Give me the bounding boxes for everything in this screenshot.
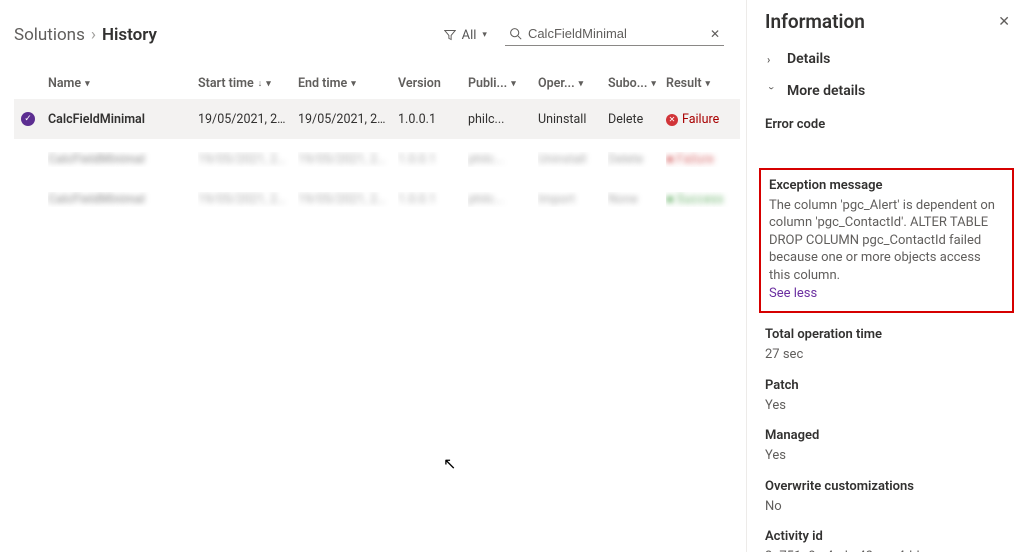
chevron-down-icon: ▾ xyxy=(651,79,656,89)
chevron-down-icon: ▾ xyxy=(482,30,487,40)
chevron-down-icon: ▾ xyxy=(579,79,584,89)
activity-id-label: Activity id xyxy=(765,529,1010,544)
filter-dropdown[interactable]: All ▾ xyxy=(440,26,491,45)
col-result[interactable]: Result▾ xyxy=(666,76,740,91)
cell-name: CalcFieldMinimal xyxy=(48,192,198,207)
cell-result: ■ Success xyxy=(666,192,740,207)
cell-suboperation: Delete xyxy=(608,152,666,167)
cell-operation: Uninstall xyxy=(538,152,608,167)
filter-icon xyxy=(444,29,456,41)
cell-publisher: philc... xyxy=(468,112,538,127)
overwrite-value: No xyxy=(765,499,782,514)
exception-value: The column 'pgc_Alert' is dependent on c… xyxy=(769,197,1004,285)
chevron-right-icon: › xyxy=(767,53,777,66)
row-selected-icon: ✓ xyxy=(20,111,36,127)
col-end[interactable]: End time▾ xyxy=(298,76,398,91)
cell-result: ■ Failure xyxy=(666,152,740,167)
table-row[interactable]: CalcFieldMinimal 19/05/2021, 23:19 19/05… xyxy=(14,139,740,179)
col-start[interactable]: Start time↓▾ xyxy=(198,76,298,91)
cell-name: CalcFieldMinimal xyxy=(48,112,198,127)
total-time-value: 27 sec xyxy=(765,347,803,362)
table-row[interactable]: ✓ CalcFieldMinimal 19/05/2021, 23:24 19/… xyxy=(14,99,740,139)
cell-version: 1.0.0.1 xyxy=(398,152,468,167)
col-name[interactable]: Name▾ xyxy=(48,76,198,91)
overwrite-label: Overwrite customizations xyxy=(765,479,1010,494)
cell-operation: Uninstall xyxy=(538,112,608,127)
exception-label: Exception message xyxy=(769,178,1004,193)
panel-title: Information xyxy=(765,10,865,33)
search-box[interactable]: ✕ xyxy=(505,24,724,46)
patch-value: Yes xyxy=(765,398,786,413)
filter-label: All xyxy=(462,28,477,43)
breadcrumb-root[interactable]: Solutions xyxy=(14,25,85,45)
cell-version: 1.0.0.1 xyxy=(398,112,468,127)
chevron-down-icon: ▾ xyxy=(85,79,90,89)
cell-end: 19/05/2021, 23:19 xyxy=(298,152,398,167)
cell-result: ✕Failure xyxy=(666,111,740,127)
cell-suboperation: Delete xyxy=(608,112,666,127)
section-more-details[interactable]: › More details xyxy=(765,77,1010,109)
breadcrumb: Solutions › History xyxy=(14,25,157,45)
chevron-down-icon: ▾ xyxy=(351,79,356,89)
clear-search-icon[interactable]: ✕ xyxy=(710,27,720,41)
section-details[interactable]: › Details xyxy=(765,45,1010,77)
breadcrumb-separator: › xyxy=(91,25,96,45)
cell-start: 19/05/2021, 23:24 xyxy=(198,112,298,127)
chevron-down-icon: ▾ xyxy=(706,79,711,89)
col-operation[interactable]: Oper...▾ xyxy=(538,76,608,91)
cell-version: 1.0.0.1 xyxy=(398,192,468,207)
breadcrumb-current: History xyxy=(102,25,157,45)
cell-start: 19/05/2021, 23:11 xyxy=(198,192,298,207)
total-time-label: Total operation time xyxy=(765,327,1010,342)
col-version[interactable]: Version xyxy=(398,76,468,91)
close-icon[interactable]: ✕ xyxy=(998,14,1010,30)
chevron-down-icon: › xyxy=(766,86,779,96)
error-code-label: Error code xyxy=(765,117,1010,132)
col-suboperation[interactable]: Subo...▾ xyxy=(608,76,666,91)
sort-desc-icon: ↓ xyxy=(258,78,263,89)
see-less-link[interactable]: See less xyxy=(769,286,817,301)
error-icon: ✕ xyxy=(666,114,678,126)
table-row[interactable]: CalcFieldMinimal 19/05/2021, 23:11 19/05… xyxy=(14,179,740,219)
cell-end: 19/05/2021, 23:24 xyxy=(298,112,398,127)
history-table: Name▾ Start time↓▾ End time▾ Version Pub… xyxy=(14,68,740,219)
cell-suboperation: None xyxy=(608,192,666,207)
cell-operation: Import xyxy=(538,192,608,207)
cell-name: CalcFieldMinimal xyxy=(48,152,198,167)
managed-value: Yes xyxy=(765,448,786,463)
table-header: Name▾ Start time↓▾ End time▾ Version Pub… xyxy=(14,68,740,99)
search-input[interactable] xyxy=(528,26,704,41)
cell-publisher: philc... xyxy=(468,192,538,207)
chevron-down-icon: ▾ xyxy=(266,79,271,89)
exception-highlight: Exception message The column 'pgc_Alert'… xyxy=(759,168,1014,314)
cell-start: 19/05/2021, 23:19 xyxy=(198,152,298,167)
info-panel: Information ✕ › Details › More details E… xyxy=(746,0,1024,552)
col-publisher[interactable]: Publi...▾ xyxy=(468,76,538,91)
cell-end: 19/05/2021, 23:11 xyxy=(298,192,398,207)
managed-label: Managed xyxy=(765,428,1010,443)
chevron-down-icon: ▾ xyxy=(511,79,516,89)
patch-label: Patch xyxy=(765,378,1010,393)
cell-publisher: philc... xyxy=(468,152,538,167)
search-icon xyxy=(509,27,522,40)
